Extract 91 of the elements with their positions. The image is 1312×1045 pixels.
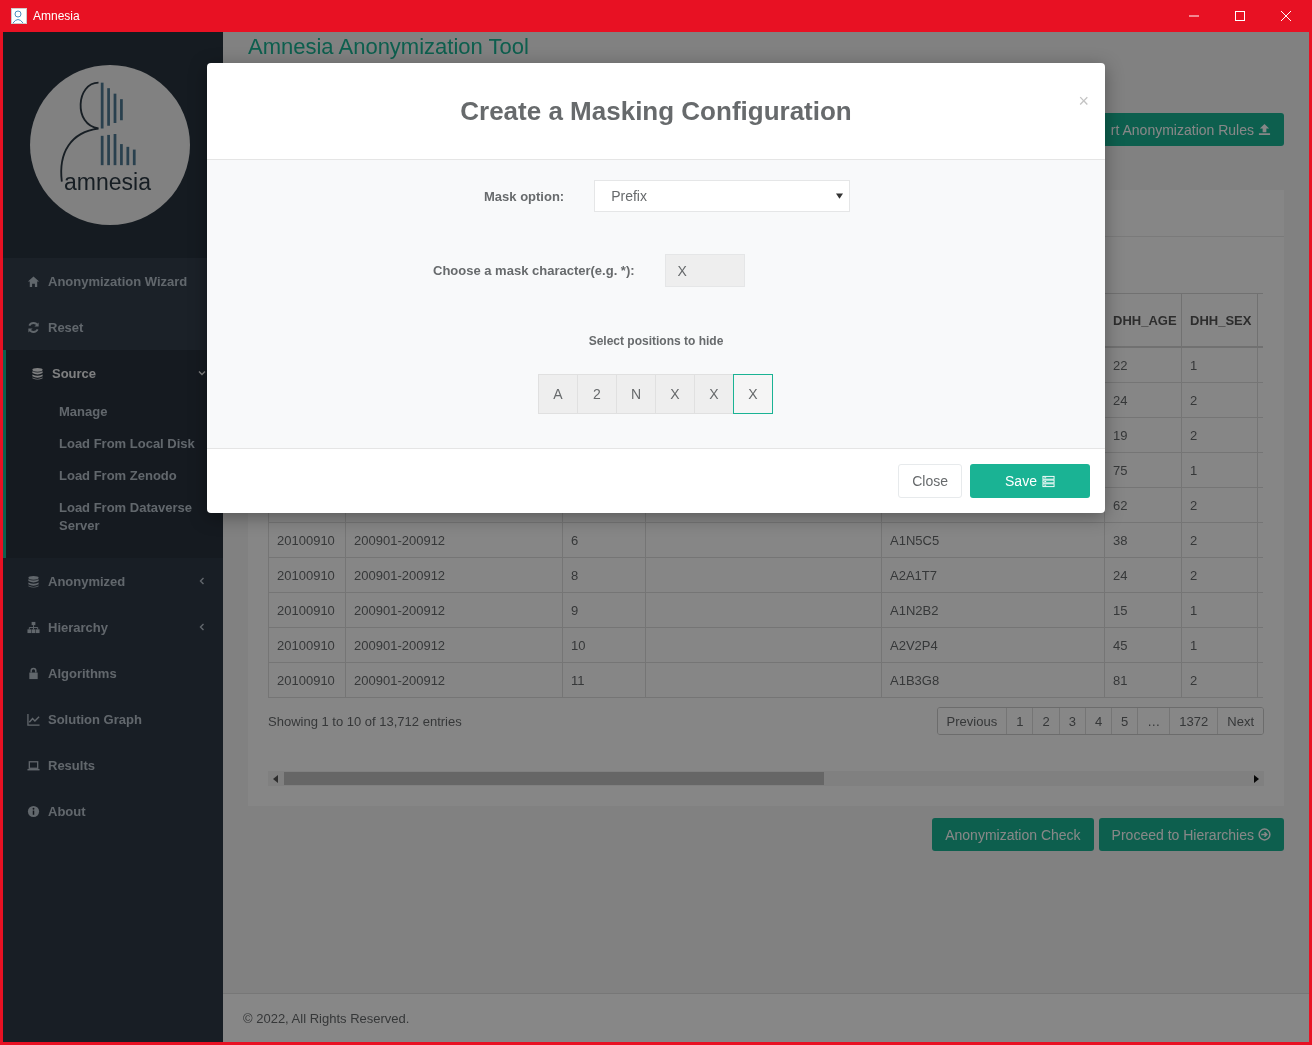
sidebar-item[interactable]: Hierarchy	[3, 604, 223, 650]
field-label: Mask option:	[484, 188, 565, 204]
table-cell: A2A1T7	[881, 557, 1105, 593]
home-icon	[27, 274, 40, 288]
position-toggle[interactable]: X	[733, 374, 773, 414]
column-header[interactable]: DHH_SEX	[1181, 293, 1258, 347]
anonymization-check-button[interactable]: Anonymization Check	[932, 818, 1094, 851]
table-cell: 2	[1181, 557, 1258, 593]
table-cell: 20100910	[268, 557, 346, 593]
info-icon	[27, 804, 40, 818]
table-cell: A1N2B2	[881, 592, 1105, 628]
table-cell: 2	[1181, 382, 1258, 418]
entries-info: Showing 1 to 10 of 13,712 entries	[268, 713, 462, 729]
logo-text: amnesia	[64, 169, 151, 196]
table-cell: 2	[1181, 522, 1258, 558]
close-icon[interactable]	[1280, 10, 1292, 22]
sidebar-item[interactable]: Source	[6, 350, 223, 396]
lock-icon	[27, 666, 40, 680]
caret-icon	[836, 193, 844, 199]
horizontal-scrollbar[interactable]	[268, 771, 1264, 786]
table-cell: 9	[562, 592, 646, 628]
table-cell: 2	[1181, 662, 1258, 698]
table-cell: 200901-200912	[345, 662, 563, 698]
table-cell: 200901-200912	[345, 592, 563, 628]
copyright-text: © 2022, All Rights Reserved.	[243, 1010, 410, 1026]
table-cell: 45	[1104, 627, 1182, 663]
proceed-button[interactable]: Proceed to Hierarchies	[1098, 818, 1284, 851]
position-toggle[interactable]: N	[616, 374, 656, 414]
table-cell: 15	[1104, 592, 1182, 628]
field-label: Choose a mask character(e.g. *):	[433, 263, 635, 278]
table-cell: 1	[1181, 627, 1258, 663]
mask-character-field[interactable]: X	[664, 254, 745, 287]
chevron-left-icon	[197, 622, 207, 632]
submenu-item[interactable]: Load From Dataverse Server	[6, 492, 223, 542]
table-cell: 24	[1104, 557, 1182, 593]
table-cell: 1	[1181, 452, 1258, 488]
sitemap-icon	[27, 620, 40, 634]
laptop-icon	[27, 758, 40, 772]
table-cell: 10	[562, 627, 646, 663]
table-cell: 2	[1181, 487, 1258, 523]
close-button[interactable]: ×	[1076, 91, 1091, 112]
app-icon	[11, 8, 27, 24]
table-cell: 20100910	[268, 662, 346, 698]
save-button[interactable]: Save	[970, 464, 1090, 498]
chevron-down-icon	[197, 368, 207, 378]
mask-option-dropdown[interactable]: Prefix	[594, 180, 851, 212]
window-title: Amnesia	[33, 9, 80, 23]
positions-label: Select positions to hide	[587, 334, 725, 348]
table-cell: 200901-200912	[345, 557, 563, 593]
db-icon	[27, 574, 40, 588]
refresh-icon	[27, 320, 40, 334]
table-cell: 200901-200912	[345, 627, 563, 663]
chart-icon	[27, 712, 40, 726]
scroll-left-icon[interactable]	[273, 774, 279, 783]
sidebar-item[interactable]: About	[3, 788, 223, 834]
table-cell: 1	[1181, 592, 1258, 628]
table-cell: 20100910	[268, 592, 346, 628]
position-toggle[interactable]: 2	[577, 374, 617, 414]
table-cell: 8	[562, 557, 646, 593]
position-toggle[interactable]: A	[538, 374, 578, 414]
sidebar-item[interactable]: Solution Graph	[3, 696, 223, 742]
table-cell: A1N5C5	[881, 522, 1105, 558]
chevron-left-icon	[197, 576, 207, 586]
table-cell: 20100910	[268, 627, 346, 663]
scroll-right-icon[interactable]	[1253, 774, 1259, 783]
sidebar-item[interactable]: Anonymized	[3, 558, 223, 604]
position-toggle[interactable]: X	[655, 374, 695, 414]
list-icon	[1041, 474, 1055, 488]
sidebar-item[interactable]: Algorithms	[3, 650, 223, 696]
table-cell: 6	[562, 522, 646, 558]
table-cell: A2V2P4	[881, 627, 1105, 663]
table-cell: 11	[562, 662, 646, 698]
position-toggle[interactable]: X	[694, 374, 734, 414]
table-cell: 20100910	[268, 522, 346, 558]
sidebar-item[interactable]: Reset	[3, 304, 223, 350]
close-button[interactable]: Close	[898, 464, 962, 498]
table-cell: 81	[1104, 662, 1182, 698]
page-button[interactable]: Next	[1217, 708, 1263, 734]
table-cell: A1B3G8	[881, 662, 1105, 698]
sidebar-item[interactable]: Results	[3, 742, 223, 788]
db-icon	[31, 366, 44, 380]
upload-icon	[1258, 123, 1271, 136]
table-cell: 1	[1181, 347, 1258, 383]
page-title: Amnesia Anonymization Tool	[248, 34, 530, 60]
dialog-title: Create a Masking Configuration	[460, 95, 852, 127]
table-cell: 2	[1181, 417, 1258, 453]
table-cell: 38	[1104, 522, 1182, 558]
table-cell: 200901-200912	[345, 522, 563, 558]
arrow-circle-icon	[1258, 828, 1271, 841]
maximize-icon[interactable]	[1234, 10, 1246, 22]
sidebar-item[interactable]: Anonymization Wizard	[3, 258, 223, 304]
